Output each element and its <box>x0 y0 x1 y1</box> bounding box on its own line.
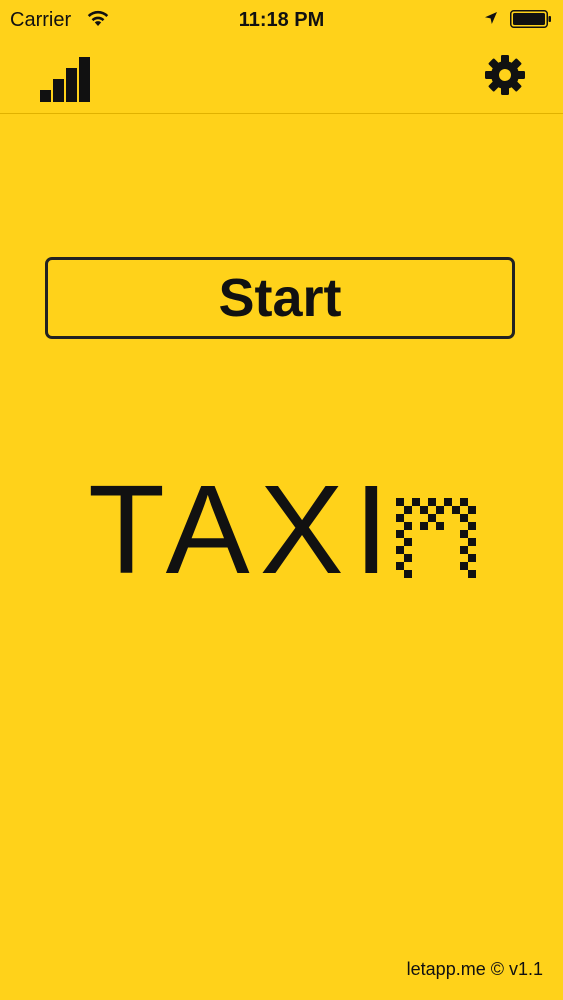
checkered-m-icon <box>396 498 476 578</box>
battery-icon <box>510 10 551 28</box>
gear-icon <box>485 55 525 95</box>
status-bar: Carrier 11:18 PM <box>0 0 563 40</box>
settings-button[interactable] <box>482 52 528 98</box>
bar-chart-icon <box>40 57 90 102</box>
footer-credit: letapp.me © v1.1 <box>406 959 543 979</box>
taxim-logo: TAXI <box>88 467 480 593</box>
statistics-button[interactable] <box>38 48 92 102</box>
start-button[interactable]: Start <box>45 257 515 339</box>
location-arrow-icon <box>485 12 497 24</box>
status-time: 11:18 PM <box>238 9 325 31</box>
navigation-bar <box>0 40 563 114</box>
logo-text: TAXI <box>88 459 399 600</box>
